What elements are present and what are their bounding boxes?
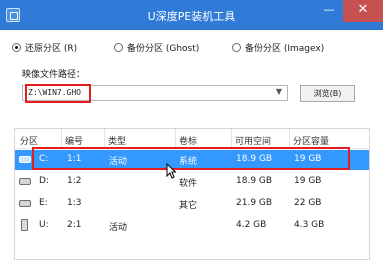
usb-drive-icon xyxy=(21,219,28,231)
label-cell: 软件 xyxy=(179,179,198,189)
mouse-cursor-icon xyxy=(166,163,176,179)
type-cell: 活动 xyxy=(109,223,128,233)
partition-cell: E: xyxy=(39,198,48,208)
capacity-cell: 22 GB xyxy=(294,198,322,208)
backup-ghost-radio[interactable]: 备份分区 (Ghost) xyxy=(114,40,199,54)
minimize-button[interactable]: — xyxy=(318,0,340,22)
column-header[interactable]: 可用空间 xyxy=(235,134,271,147)
column-divider xyxy=(104,129,105,149)
backup-ghost-label: 备份分区 (Ghost) xyxy=(127,43,200,54)
radio-empty-icon xyxy=(232,42,241,52)
table-header: 分区 编号 类型 卷标 可用空间 分区容量 xyxy=(15,129,369,149)
pe-install-tool-window: U深度PE装机工具 — ✕ 还原分区 (R) 备份分区 (Ghost) 备份分区… xyxy=(0,0,383,260)
restore-partition-label: 还原分区 (R) xyxy=(25,43,78,54)
hard-drive-icon xyxy=(19,200,31,207)
column-divider xyxy=(175,129,176,149)
close-button[interactable]: ✕ xyxy=(343,0,383,22)
hard-drive-icon xyxy=(19,178,31,185)
radio-empty-icon xyxy=(114,42,123,52)
column-divider xyxy=(61,129,62,149)
table-row[interactable]: U: 2:1 活动 4.2 GB 4.3 GB xyxy=(15,216,369,236)
chevron-down-icon[interactable]: ▼ xyxy=(276,87,282,96)
column-header[interactable]: 分区容量 xyxy=(293,134,329,147)
capacity-cell: 4.3 GB xyxy=(294,220,325,230)
free-space-cell: 21.9 GB xyxy=(236,198,273,208)
title-bar[interactable]: U深度PE装机工具 — ✕ xyxy=(0,0,383,30)
backup-imagex-radio[interactable]: 备份分区 (Imagex) xyxy=(232,40,324,54)
radio-selected-icon xyxy=(12,42,21,52)
table-row[interactable]: D: 1:2 软件 18.9 GB 19 GB xyxy=(15,172,369,192)
path-highlight-box xyxy=(25,84,91,103)
column-header[interactable]: 分区 xyxy=(20,134,38,147)
column-divider xyxy=(231,129,232,149)
free-space-cell: 18.9 GB xyxy=(236,176,273,186)
restore-partition-radio[interactable]: 还原分区 (R) xyxy=(12,40,77,54)
selected-row-highlight-box xyxy=(32,147,350,170)
table-row[interactable]: E: 1:3 其它 21.9 GB 22 GB xyxy=(15,194,369,214)
browse-button[interactable]: 浏览(B) xyxy=(300,85,355,102)
partition-cell: U: xyxy=(39,220,49,230)
image-path-label: 映像文件路径： xyxy=(22,70,86,80)
backup-imagex-label: 备份分区 (Imagex) xyxy=(245,43,325,54)
column-header[interactable]: 卷标 xyxy=(179,134,197,147)
column-divider xyxy=(289,129,290,149)
number-cell: 2:1 xyxy=(67,220,82,230)
capacity-cell: 19 GB xyxy=(294,176,322,186)
column-header[interactable]: 编号 xyxy=(65,134,83,147)
number-cell: 1:3 xyxy=(67,198,82,208)
mode-options: 还原分区 (R) 备份分区 (Ghost) 备份分区 (Imagex) xyxy=(0,40,383,54)
label-cell: 其它 xyxy=(179,201,198,211)
column-header[interactable]: 类型 xyxy=(108,134,126,147)
partition-cell: D: xyxy=(39,176,49,186)
number-cell: 1:2 xyxy=(67,176,82,186)
free-space-cell: 4.2 GB xyxy=(236,220,267,230)
hard-drive-icon xyxy=(19,156,31,163)
